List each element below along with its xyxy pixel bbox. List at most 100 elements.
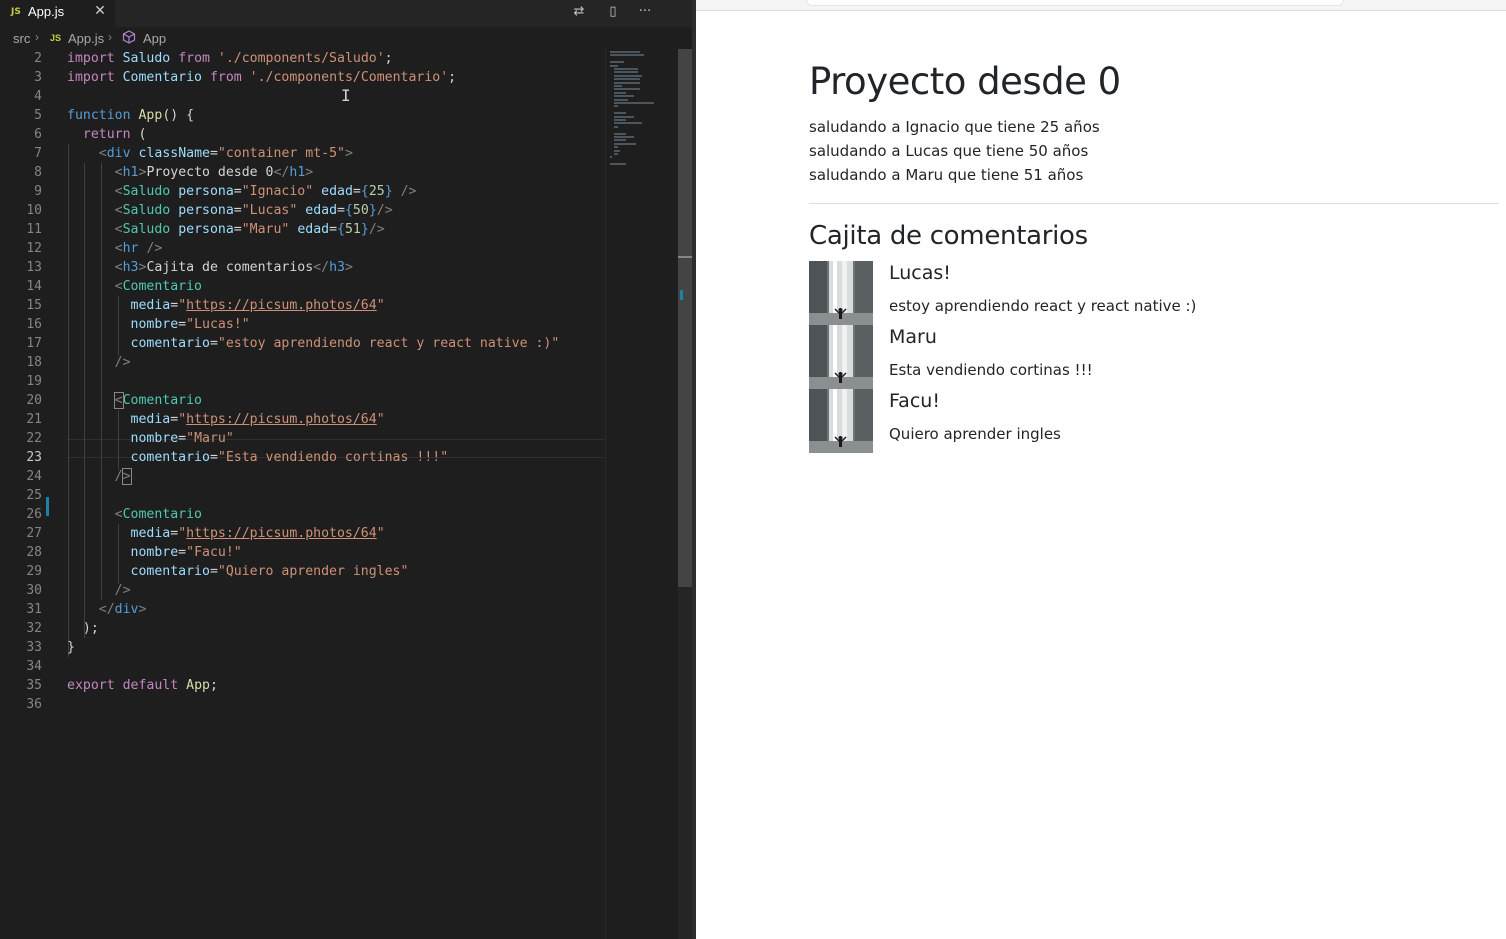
line-number: 36 <box>26 697 42 712</box>
code-line[interactable]: media="https://picsum.photos/64" <box>67 296 385 315</box>
browser-preview: Proyecto desde 0 saludando a Ignacio que… <box>696 0 1506 939</box>
code-line[interactable]: <Comentario <box>67 391 202 410</box>
comment-author: Maru <box>889 326 937 348</box>
minimap-line <box>614 91 626 94</box>
code-line[interactable]: <h3>Cajita de comentarios</h3> <box>67 258 353 277</box>
code-line[interactable]: <h1>Proyecto desde 0</h1> <box>67 163 314 182</box>
code-line[interactable]: <Comentario <box>67 505 202 524</box>
code-line[interactable]: export default App; <box>67 676 218 695</box>
breadcrumb-folder-src[interactable]: src <box>13 31 30 46</box>
minimap-line <box>614 78 640 81</box>
minimap-line <box>614 68 638 70</box>
scroll-cursor-marker <box>678 256 692 258</box>
minimap-line <box>614 85 622 87</box>
minimap-line <box>610 51 640 53</box>
comment-item: Maru Esta vendiendo cortinas !!! <box>809 325 1499 389</box>
breadcrumb-symbol[interactable]: App <box>143 31 166 46</box>
code-line[interactable]: nombre="Maru" <box>67 429 234 448</box>
close-icon[interactable]: ✕ <box>93 3 107 19</box>
code-line[interactable]: media="https://picsum.photos/64" <box>67 524 385 543</box>
minimap-line <box>614 102 654 104</box>
minimap-line <box>614 125 618 128</box>
scroll-change-marker <box>680 290 683 300</box>
code-line[interactable]: /> <box>67 467 132 486</box>
minimap-line <box>610 64 618 67</box>
breadcrumb-file[interactable]: App.js <box>68 31 104 46</box>
code-line[interactable]: ); <box>67 619 99 638</box>
code-line[interactable]: comentario="Esta vendiendo cortinas !!!" <box>67 448 449 467</box>
open-changes-icon[interactable]: ⇄ <box>570 2 588 22</box>
minimap-line <box>614 149 620 152</box>
javascript-file-icon: JS <box>50 33 62 43</box>
code-line[interactable]: import Saludo from './components/Saludo'… <box>67 49 393 68</box>
code-line[interactable]: /> <box>67 581 131 600</box>
chevron-right-icon: › <box>35 30 39 44</box>
code-area[interactable]: 2 3 4 5 6 7 8 9 10 11 12 13 14 15 16 17 18 19 20 21 22 23 24 25… <box>0 49 605 939</box>
comment-author: Facu! <box>889 390 940 412</box>
line-number: 19 <box>26 374 42 389</box>
scrollbar-thumb[interactable] <box>678 49 692 587</box>
comment-item: Lucas! estoy aprendiendo react y react n… <box>809 261 1499 325</box>
code-line[interactable]: import Comentario from './components/Com… <box>67 68 456 87</box>
code-line[interactable]: comentario="Quiero aprender ingles" <box>67 562 409 581</box>
comment-text: Quiero aprender ingles <box>889 425 1061 443</box>
editor-tab-bar: JS App.js ✕ ⇄ ▯ ··· <box>0 0 694 27</box>
minimap-line <box>614 112 626 115</box>
split-editor-icon[interactable]: ▯ <box>604 2 622 22</box>
code-editor[interactable]: JS App.js ✕ ⇄ ▯ ··· src › JS App.js › Ap… <box>0 0 694 939</box>
minimap-line <box>614 98 628 101</box>
saludo-text: saludando a Maru que tiene 51 años <box>809 166 1084 184</box>
saludo-text: saludando a Lucas que tiene 50 años <box>809 142 1089 160</box>
javascript-file-icon: JS <box>11 7 21 17</box>
tab-app-js[interactable]: JS App.js ✕ <box>0 0 115 27</box>
minimap-line <box>614 115 634 118</box>
text-cursor-icon: I <box>341 86 351 105</box>
minimap[interactable] <box>605 49 679 939</box>
code-line[interactable]: /> <box>67 353 131 372</box>
minimap-line <box>614 122 642 125</box>
breadcrumb: src › JS App.js › App <box>0 27 694 49</box>
minimap-line <box>614 139 626 142</box>
minimap-line <box>614 142 636 145</box>
more-actions-icon[interactable]: ··· <box>636 2 654 22</box>
code-line[interactable]: <Comentario <box>67 277 202 296</box>
chevron-right-icon: › <box>108 30 112 44</box>
comments-title: Cajita de comentarios <box>809 221 1088 251</box>
minimap-line <box>614 146 618 149</box>
code-line[interactable]: nombre="Lucas!" <box>67 315 250 334</box>
code-line[interactable]: <hr /> <box>67 239 163 258</box>
code-line[interactable]: </div> <box>67 600 147 619</box>
minimap-line <box>610 61 624 64</box>
minimap-line <box>614 71 638 74</box>
minimap-line <box>614 81 640 84</box>
minimap-line <box>610 163 626 166</box>
code-line[interactable]: nombre="Facu!" <box>67 543 242 562</box>
minimap-line <box>614 105 618 108</box>
code-line[interactable]: } <box>67 638 75 657</box>
line-number: 4 <box>34 89 42 104</box>
code-line[interactable]: function App() { <box>67 106 194 125</box>
minimap-line <box>614 132 626 135</box>
code-line[interactable]: media="https://picsum.photos/64" <box>67 410 385 429</box>
page-title: Proyecto desde 0 <box>809 60 1121 103</box>
browser-toolbar <box>696 0 1506 11</box>
minimap-line <box>610 156 612 159</box>
code-line[interactable]: <Saludo persona="Maru" edad={51}/> <box>67 220 385 239</box>
tab-label: App.js <box>28 4 65 19</box>
address-bar[interactable] <box>806 0 1344 6</box>
avatar <box>809 389 873 453</box>
minimap-line <box>614 88 640 91</box>
comment-text: estoy aprendiendo react y react native :… <box>889 297 1197 315</box>
code-line[interactable]: <div className="container mt-5"> <box>67 144 353 163</box>
minimap-line <box>614 119 626 121</box>
line-number: 25 <box>26 488 42 503</box>
code-line[interactable]: return ( <box>67 125 147 144</box>
line-number: 34 <box>26 659 42 674</box>
avatar <box>809 325 873 389</box>
comment-item: Facu! Quiero aprender ingles <box>809 389 1499 453</box>
minimap-line <box>614 74 642 77</box>
code-line[interactable]: <Saludo persona="Lucas" edad={50}/> <box>67 201 393 220</box>
code-line[interactable]: <Saludo persona="Ignacio" edad={25} /> <box>67 182 417 201</box>
avatar <box>809 261 873 325</box>
code-line[interactable]: comentario="estoy aprendiendo react y re… <box>67 334 560 353</box>
